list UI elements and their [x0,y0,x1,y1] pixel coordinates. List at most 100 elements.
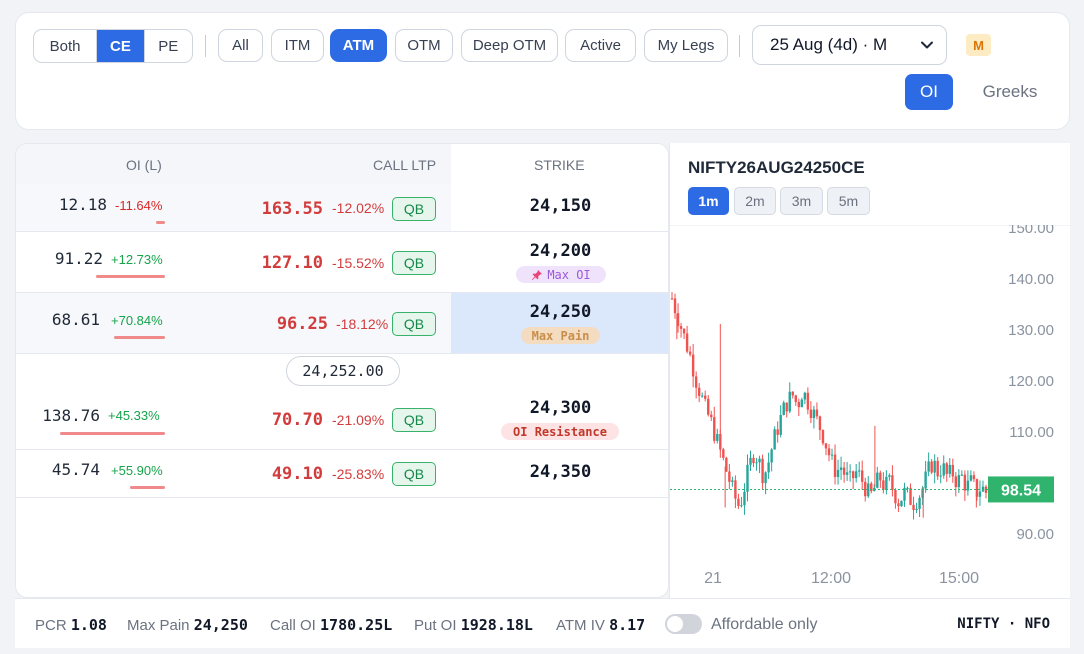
strike-price: 24,150 [529,196,592,216]
option-type-toggle: Both CE PE [33,29,193,63]
candle-body [770,449,773,463]
max-pain-value: 24,250 [193,616,248,634]
x-tick-label: 21 [704,570,722,587]
candle-body [939,475,942,477]
candle-body [685,333,689,352]
quick-buy-button[interactable]: QB [392,312,436,336]
candle-body [776,429,779,435]
option-pe-button[interactable]: PE [145,30,192,62]
candle-body [752,457,755,464]
affordable-toggle[interactable] [665,614,702,634]
candle-body [779,414,782,435]
affordable-label: Affordable only [711,616,818,633]
candle-body [682,328,686,334]
option-ce-button[interactable]: CE [97,30,145,62]
candle-body [821,430,825,444]
oi-bar [155,221,165,224]
filter-otm-button[interactable]: OTM [395,29,453,62]
ltp-change: -25.83% [332,466,385,482]
pcr-stat: PCR 1.08 [35,616,107,634]
candle-body [972,475,976,480]
ltp-change: -12.02% [332,200,385,216]
filter-itm-button[interactable]: ITM [271,29,324,62]
atm-iv-stat: ATM IV 8.17 [556,616,645,634]
divider [205,35,206,57]
tab-greeks[interactable]: Greeks [972,74,1048,110]
candle-body [851,471,855,479]
chevron-down-icon [921,41,933,49]
oi-bar [60,432,165,435]
timeframe-2m-button[interactable]: 2m [734,187,776,215]
table-row[interactable]: 12.18 -11.64% 163.55 -12.02% QB 24,150 [16,184,668,232]
oi-bar [113,336,165,339]
quick-buy-button[interactable]: QB [392,408,436,432]
candle-body [713,417,716,441]
timeframe-3m-button[interactable]: 3m [780,187,823,215]
candle-body [670,298,674,300]
oi-value: 138.76 [42,406,100,425]
timeframe-1m-button[interactable]: 1m [688,187,729,215]
oi-bar [130,486,165,489]
candle-body [933,460,936,473]
candle-body [788,391,791,412]
price-chart-panel: NIFTY26AUG24250CE 1m 2m 3m 5m 150.00 140.… [669,143,1071,598]
candle-body [827,448,831,456]
candle-body [888,475,891,477]
atm-iv-label: ATM IV [556,617,605,634]
candle-body [870,483,873,492]
filter-all-button[interactable]: All [218,29,263,62]
filter-deep-otm-button[interactable]: Deep OTM [461,29,558,62]
table-row[interactable]: 45.74 +55.90% 49.10 -25.83% QB 24,350 [16,450,668,498]
y-tick-label: 130.00 [1008,322,1054,339]
candle-body [951,464,954,477]
tab-oi[interactable]: OI [905,74,953,110]
timeframe-5m-button[interactable]: 5m [827,187,870,215]
candle-body [963,474,967,491]
ltp-value: 163.55 [261,199,323,219]
ltp-change: -18.12% [336,316,389,332]
chart-symbol: NIFTY26AUG24250CE [688,158,865,177]
candle-body [704,395,707,399]
table-row[interactable]: 91.22 +12.73% 127.10 -15.52% QB 24,200 M… [16,232,668,293]
candle-body [845,472,849,475]
candle-body [782,402,785,415]
expiry-select[interactable]: 25 Aug (4d) · M [752,25,947,65]
candle-body [691,354,695,377]
candle-body [728,471,731,482]
oi-change: +55.90% [111,463,163,478]
x-tick-label: 12:00 [811,570,851,587]
candlestick-chart[interactable]: 150.00 140.00 130.00 120.00 110.00 90.00 21 12:… [670,220,1071,598]
candle-body [797,401,801,408]
table-row-atm[interactable]: 68.61 +70.84% 96.25 -18.12% QB 24,250 Ma… [16,293,668,354]
strike-price: 24,350 [529,462,592,482]
table-row[interactable]: 138.76 +45.33% 70.70 -21.09% QB 24,300 O… [16,389,668,450]
candle-body [761,458,764,484]
quick-buy-button[interactable]: QB [392,197,436,221]
oi-change: +12.73% [111,252,163,267]
filter-atm-button[interactable]: ATM [330,29,387,62]
candle-body [918,497,921,509]
candle-body [945,463,948,474]
option-both-button[interactable]: Both [34,30,98,62]
candle-body [969,475,973,481]
candle-body [839,467,843,470]
filter-panel: Both CE PE All ITM ATM OTM Deep OTM Acti… [15,12,1070,130]
filter-my-legs-button[interactable]: My Legs [644,29,728,62]
quick-buy-button[interactable]: QB [392,462,436,486]
max-pain-stat: Max Pain 24,250 [127,616,248,634]
filter-active-button[interactable]: Active [565,29,636,62]
y-tick-label: 140.00 [1008,271,1054,288]
max-pain-label: Max Pain [127,617,190,634]
oi-resistance-tag: OI Resistance [501,423,619,440]
candle-body [746,464,749,492]
quick-buy-button[interactable]: QB [392,251,436,275]
call-oi-value: 1780.25L [320,616,393,634]
candle-body [876,472,879,488]
put-oi-value: 1928.18L [460,616,533,634]
oi-value: 91.22 [54,249,103,268]
ltp-value: 127.10 [261,253,323,273]
candle-body [833,454,837,477]
candle-body [978,491,982,497]
oi-change: -11.64% [115,198,163,213]
candle-body [948,464,951,474]
